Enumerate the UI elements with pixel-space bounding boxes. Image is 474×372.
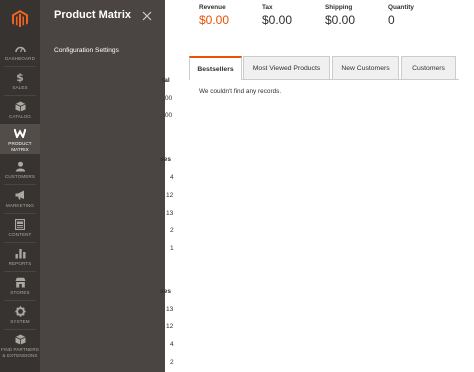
totals-value: $0.00 <box>199 13 230 27</box>
table-cell: 13 <box>166 210 174 217</box>
table-cell: 13 <box>166 306 174 313</box>
column-header: tal <box>162 77 170 84</box>
totals-value: $0.00 <box>325 13 356 27</box>
totals-quantity: Quantity 0 <box>388 4 414 27</box>
gear-icon <box>14 305 26 317</box>
column-header: ses <box>160 288 172 295</box>
content-icon <box>14 218 26 230</box>
box-icon <box>14 100 26 112</box>
table-cell: .00 <box>163 95 173 102</box>
dashboard-partial-column: tal .00 .00 ses 4 12 13 2 1 ses 13 12 4 … <box>160 0 185 372</box>
nav-item-system[interactable]: SYSTEM <box>0 301 40 329</box>
table-cell: 2 <box>170 227 174 234</box>
empty-records-message: We couldn't find any records. <box>199 88 282 95</box>
totals-tax: Tax $0.00 <box>262 4 292 27</box>
table-cell: 12 <box>166 192 174 199</box>
nav-item-dashboard[interactable]: DASHBOARD <box>0 38 40 66</box>
table-cell: 2 <box>170 359 174 366</box>
nav-item-find-partners[interactable]: FIND PARTNERS & EXTENSIONS <box>0 330 40 364</box>
configuration-settings-link[interactable]: Configuration Settings <box>54 47 119 54</box>
dashboard-icon <box>14 42 26 54</box>
table-cell: .00 <box>163 112 173 119</box>
nav-item-reports[interactable]: REPORTS <box>0 243 40 271</box>
magento-logo-icon[interactable] <box>0 0 40 38</box>
nav-label: SYSTEM <box>10 319 30 324</box>
table-cell: 4 <box>170 174 174 181</box>
nav-label: CATALOG <box>9 114 31 119</box>
megaphone-icon <box>14 189 26 201</box>
nav-label: MARKETING <box>5 203 35 208</box>
tab-most-viewed-products[interactable]: Most Viewed Products <box>243 56 330 80</box>
nav-label: FIND PARTNERS & EXTENSIONS <box>1 347 39 358</box>
totals-revenue: Revenue $0.00 <box>199 4 229 27</box>
product-matrix-icon <box>14 127 26 139</box>
nav-item-marketing[interactable]: MARKETING <box>0 185 40 213</box>
tab-new-customers[interactable]: New Customers <box>332 56 399 80</box>
totals-shipping: Shipping $0.00 <box>325 4 355 27</box>
column-header: ses <box>160 156 172 163</box>
totals-value: $0.00 <box>262 13 293 27</box>
partners-icon <box>14 333 26 345</box>
table-cell: 1 <box>170 245 174 252</box>
reports-icon <box>14 247 26 259</box>
dollar-icon: $ <box>16 70 24 84</box>
admin-menu: DASHBOARD $ SALES CATALOG PRODUCT MATRIX <box>0 0 40 372</box>
totals-label: Tax <box>262 4 273 11</box>
store-icon <box>14 276 26 288</box>
nav-label: PRODUCT MATRIX <box>8 141 32 152</box>
nav-item-sales[interactable]: $ SALES <box>0 67 40 95</box>
tab-customers[interactable]: Customers <box>401 56 456 80</box>
close-icon[interactable] <box>142 8 154 21</box>
nav-label: DASHBOARD <box>5 56 35 61</box>
product-matrix-panel: Product Matrix Configuration Settings <box>40 0 165 372</box>
nav-label: CONTENT <box>8 232 32 237</box>
nav-item-stores[interactable]: STORES <box>0 272 40 300</box>
nav-label: CUSTOMERS <box>4 174 36 179</box>
totals-label: Shipping <box>325 4 353 11</box>
customers-icon <box>14 160 26 172</box>
panel-title: Product Matrix <box>54 9 132 21</box>
nav-item-catalog[interactable]: CATALOG <box>0 96 40 124</box>
nav-item-customers[interactable]: CUSTOMERS <box>0 156 40 184</box>
totals-label: Revenue <box>199 4 226 11</box>
table-cell: 12 <box>166 323 174 330</box>
tab-bestsellers[interactable]: Bestsellers <box>189 56 242 80</box>
nav-item-product-matrix[interactable]: PRODUCT MATRIX <box>0 124 40 154</box>
admin-screen: DASHBOARD $ SALES CATALOG PRODUCT MATRIX <box>0 0 474 372</box>
totals-label: Quantity <box>388 4 414 11</box>
nav-label: STORES <box>10 290 30 295</box>
nav-item-content[interactable]: CONTENT <box>0 214 40 242</box>
nav-label: SALES <box>12 85 28 90</box>
totals-value: 0 <box>388 13 395 27</box>
table-cell: 4 <box>170 341 174 348</box>
nav-label: REPORTS <box>8 261 32 266</box>
